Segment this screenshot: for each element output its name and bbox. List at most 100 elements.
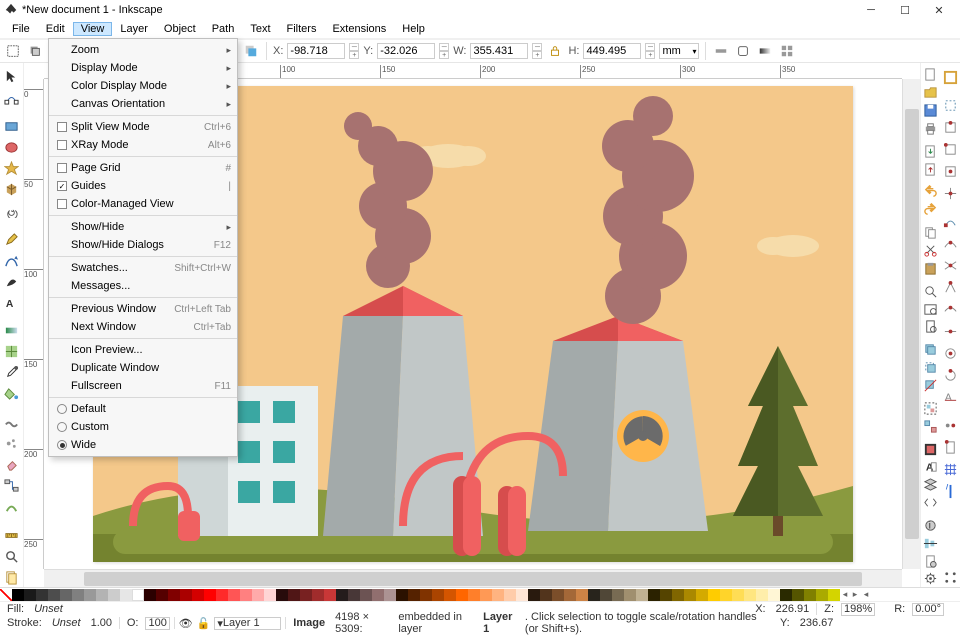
duplicate-icon[interactable] <box>921 342 941 358</box>
bezier-tool-icon[interactable] <box>2 251 22 270</box>
close-button[interactable]: ✕ <box>922 0 956 20</box>
zoom-value[interactable]: 198% <box>841 603 875 616</box>
unlink-clone-icon[interactable] <box>921 378 941 394</box>
snap-guide-icon[interactable]: / <box>940 481 960 501</box>
menu-file[interactable]: File <box>4 22 38 36</box>
visibility-icon[interactable]: 👁 <box>179 617 193 630</box>
zoom-tool-icon[interactable] <box>2 547 22 566</box>
group-icon[interactable] <box>921 400 941 416</box>
snap-text-baseline-icon[interactable]: A <box>940 387 960 407</box>
rot-value[interactable]: 0.00° <box>912 603 944 616</box>
measure-tool-icon[interactable] <box>2 526 22 545</box>
copy-icon[interactable] <box>921 225 941 241</box>
star-tool-icon[interactable] <box>2 159 22 178</box>
layer-combo[interactable]: ▾ Layer 1 <box>214 617 281 630</box>
scrollbar-vertical[interactable] <box>902 79 920 569</box>
node-tool-icon[interactable] <box>2 88 22 107</box>
layers-dialog-icon[interactable] <box>921 477 941 493</box>
clone-icon[interactable] <box>921 360 941 376</box>
menu-canvas-orientation[interactable]: Canvas Orientation▸ <box>49 95 237 113</box>
print-icon[interactable] <box>921 120 941 136</box>
menu-default[interactable]: Default <box>49 400 237 418</box>
menu-page-grid[interactable]: Page Grid# <box>49 159 237 177</box>
gradient-tool-icon[interactable] <box>2 321 22 340</box>
zoom-page-icon[interactable] <box>921 319 941 335</box>
snap-grid-icon[interactable] <box>940 459 960 479</box>
3dbox-tool-icon[interactable] <box>2 180 22 199</box>
snap-page-icon[interactable] <box>940 437 960 457</box>
menu-layer[interactable]: Layer <box>112 22 156 36</box>
snap-bbox-midpoint-icon[interactable] <box>940 161 960 181</box>
menu-split-view[interactable]: Split View ModeCtrl+6 <box>49 118 237 136</box>
snap-bbox-edge-icon[interactable] <box>940 117 960 137</box>
menu-filters[interactable]: Filters <box>279 22 325 36</box>
swatch-none[interactable] <box>0 589 12 601</box>
snap-bbox-corner-icon[interactable] <box>940 139 960 159</box>
snap-others-icon[interactable] <box>940 415 960 435</box>
snap-bbox-icon[interactable] <box>940 95 960 115</box>
x-spinner[interactable]: ─+ <box>349 43 359 59</box>
h-input[interactable]: 449.495 <box>583 43 641 59</box>
redo-icon[interactable] <box>921 202 941 218</box>
snap-cusp-icon[interactable] <box>940 277 960 297</box>
menu-edit[interactable]: Edit <box>38 22 73 36</box>
undo-icon[interactable] <box>921 184 941 200</box>
mesh-tool-icon[interactable] <box>2 342 22 361</box>
lock-aspect-icon[interactable] <box>546 42 564 60</box>
document-properties-icon[interactable] <box>921 553 941 569</box>
menu-view[interactable]: View <box>73 22 113 36</box>
menu-color-managed[interactable]: Color-Managed View <box>49 195 237 213</box>
snap-midpoint-icon[interactable] <box>940 321 960 341</box>
rectangle-tool-icon[interactable] <box>2 117 22 136</box>
menu-swatches[interactable]: Swatches...Shift+Ctrl+W <box>49 259 237 277</box>
object-properties-icon[interactable]: i <box>921 518 941 534</box>
w-spinner[interactable]: ─+ <box>532 43 542 59</box>
units-combo[interactable]: mm▾ <box>659 43 699 59</box>
snap-nodes-icon[interactable] <box>940 211 960 231</box>
menu-guides[interactable]: ✓Guides| <box>49 177 237 195</box>
snap-bbox-center-icon[interactable] <box>940 183 960 203</box>
import-icon[interactable] <box>921 143 941 159</box>
snap-intersection-icon[interactable] <box>940 255 960 275</box>
menu-show-hide[interactable]: Show/Hide▸ <box>49 218 237 236</box>
transform-stroke-icon[interactable] <box>712 42 730 60</box>
eraser-tool-icon[interactable] <box>2 455 22 474</box>
cut-icon[interactable] <box>921 243 941 259</box>
paintbucket-tool-icon[interactable] <box>2 384 22 403</box>
snap-enable-icon[interactable] <box>940 67 960 87</box>
connector-tool-icon[interactable] <box>2 476 22 495</box>
menu-messages[interactable]: Messages... <box>49 277 237 295</box>
dropper-tool-icon[interactable] <box>2 363 22 382</box>
select-layers-icon[interactable] <box>26 42 44 60</box>
snap-advanced-icon[interactable] <box>940 567 960 587</box>
snap-rotation-icon[interactable] <box>940 365 960 385</box>
transform-pattern-icon[interactable] <box>778 42 796 60</box>
transform-gradient-icon[interactable] <box>756 42 774 60</box>
y-spinner[interactable]: ─+ <box>439 43 449 59</box>
select-all-icon[interactable] <box>4 42 22 60</box>
lock-icon[interactable]: 🔓 <box>197 617 211 630</box>
stroke-width[interactable]: 1.00 <box>88 617 115 629</box>
calligraphy-tool-icon[interactable] <box>2 272 22 291</box>
y-input[interactable]: -32.026 <box>377 43 435 59</box>
minimize-button[interactable]: ─ <box>854 0 888 20</box>
ellipse-tool-icon[interactable] <box>2 138 22 157</box>
fill-value[interactable]: Unset <box>31 603 66 615</box>
align-dialog-icon[interactable] <box>921 535 941 551</box>
menu-text[interactable]: Text <box>242 22 278 36</box>
color-palette[interactable]: ◂ ▸ ◂ <box>0 587 960 601</box>
menu-prev-window[interactable]: Previous WindowCtrl+Left Tab <box>49 300 237 318</box>
text-tool-icon[interactable]: A <box>2 293 22 312</box>
fill-stroke-dialog-icon[interactable] <box>921 441 941 457</box>
palette-menu[interactable]: ◂ <box>860 589 872 600</box>
h-spinner[interactable]: ─+ <box>645 43 655 59</box>
menu-show-hide-dialogs[interactable]: Show/Hide DialogsF12 <box>49 236 237 254</box>
menu-fullscreen[interactable]: FullscreenF11 <box>49 377 237 395</box>
preferences-icon[interactable] <box>921 571 941 587</box>
open-icon[interactable] <box>921 85 941 101</box>
opacity-value[interactable]: 100 <box>145 617 169 630</box>
menu-path[interactable]: Path <box>204 22 243 36</box>
snap-center-icon[interactable] <box>940 343 960 363</box>
paste-icon[interactable] <box>921 260 941 276</box>
x-input[interactable]: -98.718 <box>287 43 345 59</box>
